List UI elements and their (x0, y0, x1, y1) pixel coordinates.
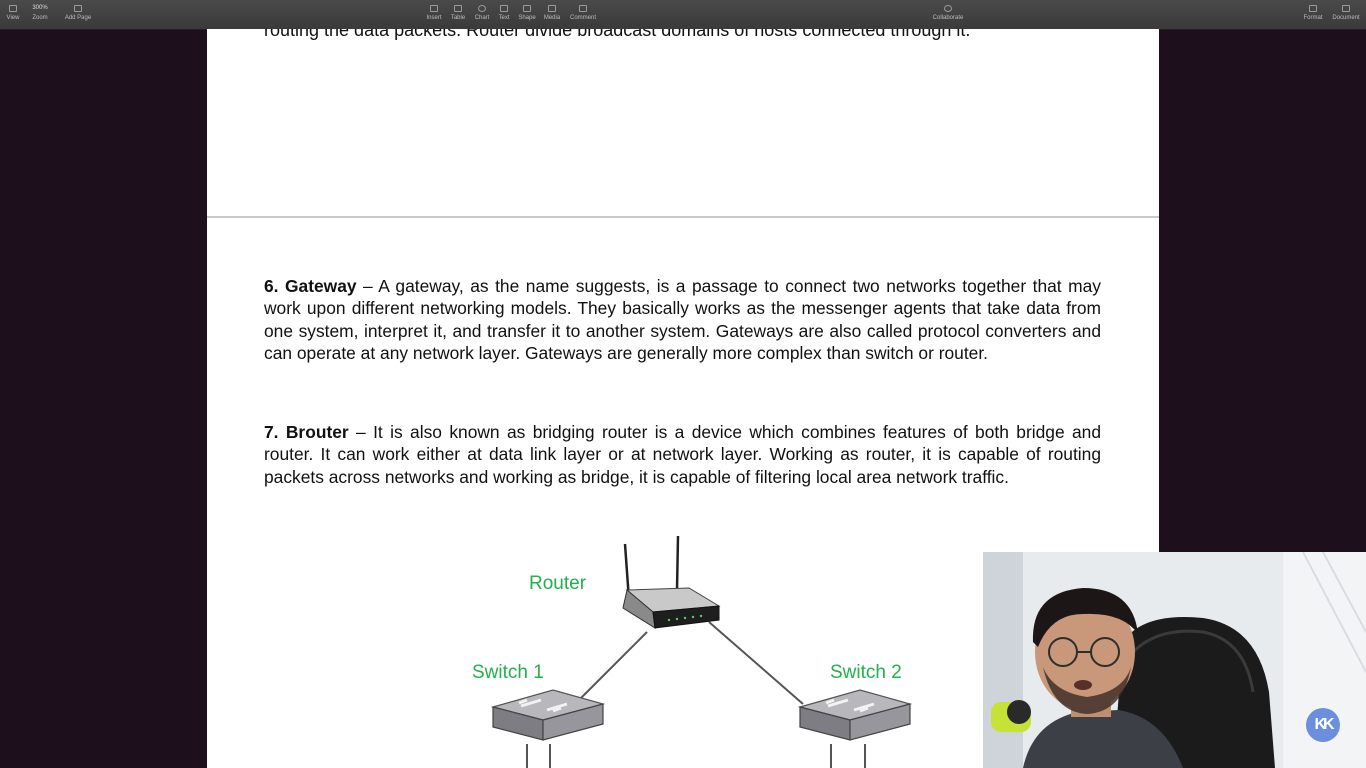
document-button[interactable]: Document (1332, 5, 1360, 21)
shape-label: Shape (518, 15, 536, 21)
router-switch2-link (708, 621, 804, 705)
brouter-paragraph[interactable]: 7. Brouter – It is also known as bridgin… (264, 421, 1101, 488)
view-button[interactable]: View (0, 5, 26, 21)
previous-page-text: routing the data packets. Router divide … (264, 29, 971, 40)
collaborate-icon (944, 5, 952, 12)
table-label: Table (450, 15, 466, 21)
text-icon (500, 5, 508, 12)
network-diagram: Router Switch 1 Switch 2 (457, 532, 937, 768)
zoom-button[interactable]: 300% Zoom (27, 5, 53, 21)
insert-label: Insert (426, 15, 442, 21)
network-diagram-graphic (490, 535, 913, 768)
comment-icon (579, 5, 587, 12)
add-page-icon (74, 5, 82, 12)
switch1-icon (490, 689, 606, 741)
shape-button[interactable]: Shape (514, 5, 540, 21)
media-icon (548, 5, 556, 12)
format-label: Format (1303, 15, 1323, 21)
chart-label: Chart (474, 15, 490, 21)
add-page-label: Add Page (64, 15, 92, 21)
document-icon (1342, 5, 1350, 12)
gateway-body: – A gateway, as the name suggests, is a … (264, 276, 1101, 364)
switch2-icon (797, 689, 913, 741)
shape-icon (523, 5, 531, 12)
media-button[interactable]: Media (539, 5, 565, 21)
router-label: Router (529, 573, 587, 594)
app-toolbar: View 300% Zoom Add Page Insert Table Cha… (0, 0, 1366, 30)
view-label: View (6, 15, 20, 21)
brouter-heading: 7. Brouter (264, 422, 349, 442)
brouter-body: – It is also known as bridging router is… (264, 422, 1102, 487)
comment-label: Comment (570, 15, 597, 21)
format-brush-icon (1309, 5, 1317, 12)
switch1-label: Switch 1 (472, 662, 544, 683)
add-page-button[interactable]: Add Page (65, 5, 91, 21)
webcam-overlay (983, 552, 1366, 768)
gateway-paragraph[interactable]: 6. Gateway – A gateway, as the name sugg… (264, 275, 1101, 365)
format-button[interactable]: Format (1300, 5, 1326, 21)
channel-logo-text: KK (1314, 716, 1334, 733)
channel-logo-badge: KK (1306, 708, 1340, 742)
gateway-heading: 6. Gateway (264, 276, 357, 296)
router-icon (622, 535, 721, 629)
comment-button[interactable]: Comment (570, 5, 596, 21)
router-switch1-link (580, 631, 648, 699)
switch2-label: Switch 2 (830, 662, 902, 683)
zoom-label: Zoom (32, 15, 48, 21)
chart-icon (478, 5, 486, 12)
zoom-value: 300% (32, 5, 48, 11)
table-icon (454, 5, 462, 12)
table-button[interactable]: Table (445, 5, 471, 21)
collaborate-label: Collaborate (932, 15, 964, 21)
collaborate-button[interactable]: Collaborate (932, 5, 964, 21)
insert-icon (430, 5, 438, 12)
sidebar-icon (9, 5, 17, 12)
presenter-video (983, 552, 1366, 768)
document-label: Document (1332, 15, 1360, 21)
insert-button[interactable]: Insert (421, 5, 447, 21)
text-label: Text (498, 15, 510, 21)
media-label: Media (543, 15, 561, 21)
page-break-divider (207, 216, 1159, 218)
